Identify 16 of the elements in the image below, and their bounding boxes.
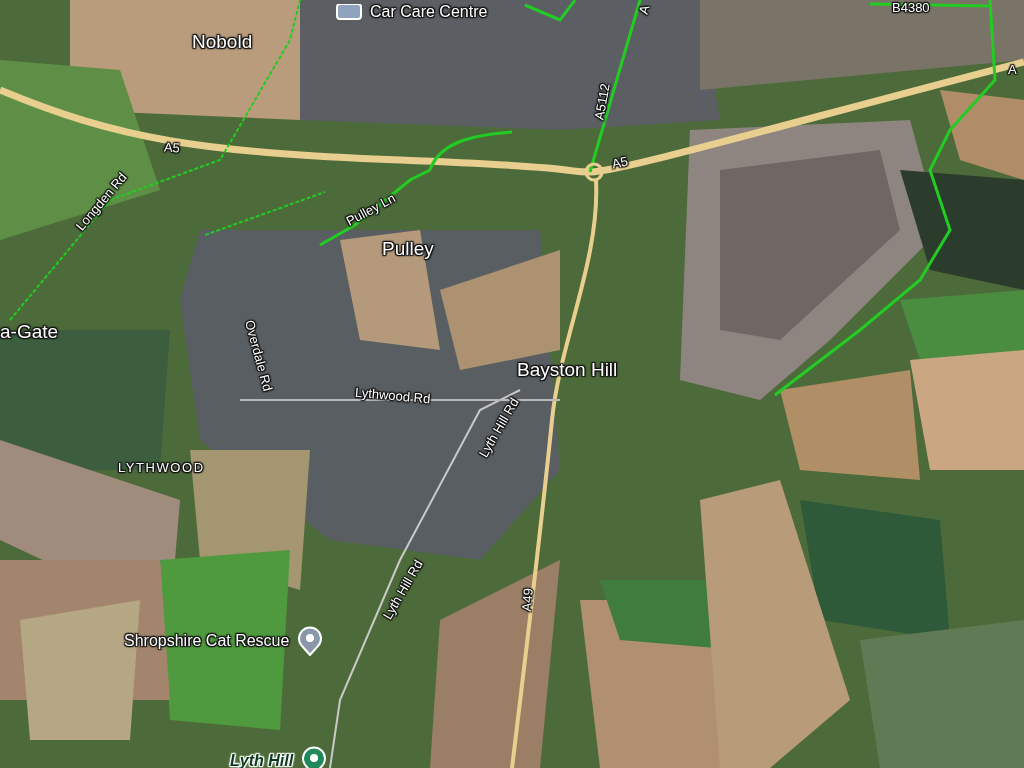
map-pin-icon[interactable] bbox=[301, 746, 328, 768]
place-label: a-Gate bbox=[0, 320, 59, 344]
square-marker-icon[interactable] bbox=[336, 4, 362, 20]
map-pin-icon[interactable] bbox=[297, 626, 324, 656]
place-label: Car Care Centre bbox=[370, 2, 488, 22]
area-label: LYTHWOOD bbox=[118, 459, 205, 477]
place-label: Nobold bbox=[192, 30, 253, 54]
road-label: Lythwood Rd bbox=[354, 383, 432, 409]
road-label: Pulley Ln bbox=[342, 189, 399, 231]
road-label: A5112 bbox=[590, 82, 614, 122]
road-label: A49 bbox=[517, 587, 537, 613]
satellite-map-drawing[interactable] bbox=[0, 0, 1024, 768]
road-label: A5 bbox=[610, 152, 630, 174]
road-label: A5 bbox=[163, 138, 181, 158]
road-label: Overdale Rd bbox=[241, 318, 277, 394]
road-label: A bbox=[634, 3, 654, 17]
